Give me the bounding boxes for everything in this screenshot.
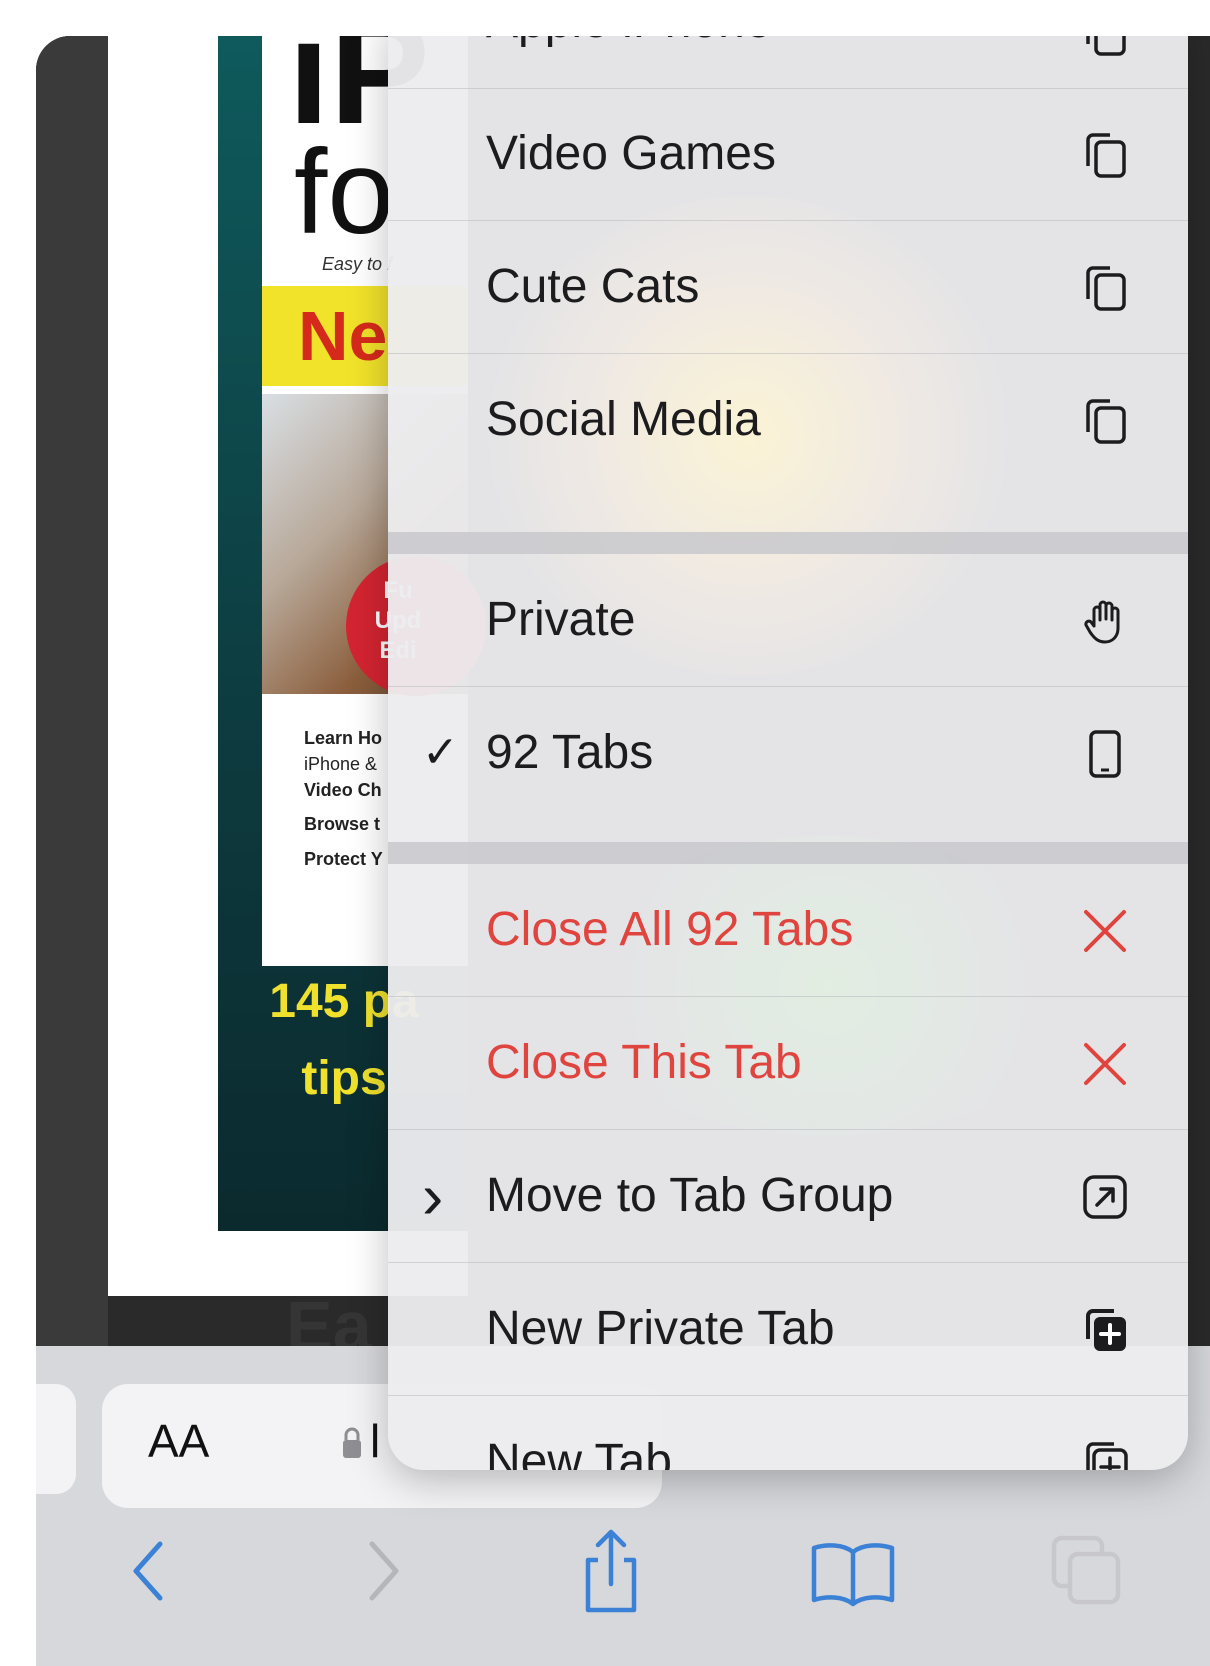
- bookmarks-icon[interactable]: [808, 1538, 898, 1608]
- menu-item-label: New Tab: [486, 1435, 672, 1470]
- menu-item-label: Social Media: [486, 393, 761, 446]
- close-icon: [1084, 1043, 1126, 1085]
- menu-item-private[interactable]: Private: [388, 554, 1188, 687]
- menu-item-label: Close This Tab: [486, 1036, 802, 1089]
- menu-item-social-media[interactable]: Social Media: [388, 354, 1188, 486]
- phone-icon: [1089, 730, 1121, 778]
- forward-icon[interactable]: [364, 1536, 404, 1606]
- menu-item-label: Apple iPhone: [486, 36, 772, 88]
- menu-section-separator: [388, 532, 1188, 554]
- menu-item-label: Close All 92 Tabs: [486, 903, 854, 956]
- device-screen: iP fo Easy to f Ne Fu Upd Edi Learn Ho i…: [36, 36, 1210, 1666]
- tab-group-icon: [1086, 36, 1126, 56]
- address-text[interactable]: l: [370, 1414, 380, 1468]
- hand-icon: [1084, 600, 1120, 644]
- menu-section-separator: [388, 842, 1188, 864]
- menu-item-new-tab[interactable]: New Tab: [388, 1396, 1188, 1470]
- cover-title-line2: fo: [294, 125, 395, 259]
- cover-banner-text: Ne: [298, 297, 388, 375]
- menu-item-move-to-tab-group[interactable]: › Move to Tab Group: [388, 1130, 1188, 1263]
- menu-item-close-this-tab[interactable]: Close This Tab: [388, 997, 1188, 1130]
- menu-item-label: 92 Tabs: [486, 726, 654, 779]
- close-icon: [1084, 910, 1126, 952]
- text-size-button[interactable]: AA: [148, 1414, 209, 1468]
- menu-item-label: Private: [486, 593, 636, 646]
- menu-item-label: Move to Tab Group: [486, 1169, 894, 1222]
- tab-group-icon: [1086, 399, 1126, 444]
- tabs-icon[interactable]: [1048, 1532, 1128, 1612]
- new-tab-icon: [1086, 1442, 1128, 1470]
- menu-item-label: Video Games: [486, 127, 776, 180]
- lock-icon: [343, 1427, 361, 1458]
- checkmark-icon: ✓: [422, 728, 459, 777]
- menu-item-cute-cats[interactable]: Cute Cats: [388, 221, 1188, 354]
- left-edge-strip: [36, 36, 108, 1396]
- tab-context-menu: Apple iPhone Video Games Cute Cats Socia…: [388, 36, 1188, 1470]
- menu-item-92-tabs[interactable]: ✓ 92 Tabs: [388, 687, 1188, 819]
- cover-tagline: Easy to f: [322, 254, 393, 274]
- tab-group-icon: [1086, 133, 1126, 178]
- menu-item-apple-iphone[interactable]: Apple iPhone: [388, 36, 1188, 89]
- tab-group-icon: [1086, 266, 1126, 311]
- menu-item-label: New Private Tab: [486, 1302, 835, 1355]
- back-icon[interactable]: [128, 1536, 168, 1606]
- menu-item-new-private-tab[interactable]: New Private Tab: [388, 1263, 1188, 1396]
- menu-item-close-all-tabs[interactable]: Close All 92 Tabs: [388, 864, 1188, 997]
- chevron-right-icon: ›: [422, 1160, 444, 1232]
- menu-item-video-games[interactable]: Video Games: [388, 88, 1188, 221]
- previous-tab-address-bar[interactable]: [36, 1384, 76, 1494]
- new-private-tab-icon: [1086, 1309, 1126, 1351]
- share-icon[interactable]: [576, 1526, 646, 1616]
- move-arrow-icon: [1083, 1175, 1127, 1219]
- menu-item-label: Cute Cats: [486, 260, 700, 313]
